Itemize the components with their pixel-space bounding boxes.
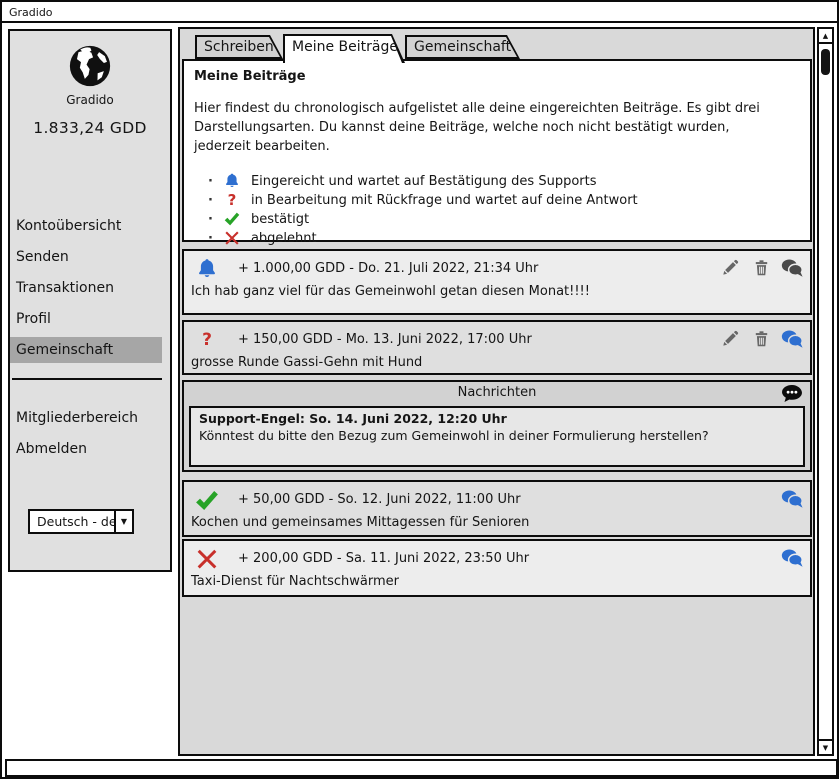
contribution-description: Taxi-Dienst für Nachtschwärmer	[191, 574, 399, 589]
message-date: So. 14. Juni 2022, 12:20 Uhr	[309, 411, 507, 426]
messages-header: Nachrichten	[184, 382, 810, 404]
sidebar-item-profil[interactable]: Profil	[10, 306, 170, 332]
edit-button[interactable]	[719, 257, 741, 279]
sidebar-item-kontouebersicht[interactable]: Kontoübersicht	[10, 213, 170, 239]
amount-date: + 50,00 GDD - So. 12. Juni 2022, 11:00 U…	[238, 492, 521, 507]
page-title: Meine Beiträge	[194, 69, 800, 84]
sidebar-item-transaktionen[interactable]: Transaktionen	[10, 275, 170, 301]
amount-date: + 200,00 GDD - Sa. 11. Juni 2022, 23:50 …	[238, 551, 529, 566]
check-icon	[192, 487, 222, 513]
legend-text: in Bearbeitung mit Rückfrage und wartet …	[251, 193, 638, 208]
sidebar-app-name: Gradido	[10, 93, 170, 107]
chevron-down-icon[interactable]: ▼	[114, 511, 132, 532]
legend-item-abgelehnt: · abgelehnt	[208, 229, 800, 248]
legend-item-bestaetigt: · bestätigt	[208, 210, 800, 229]
tab-meine-beitraege-label: Meine Beiträge	[292, 34, 398, 60]
question-icon: ?	[222, 193, 242, 208]
tab-gemeinschaft-label: Gemeinschaft	[414, 35, 511, 59]
bullet: ·	[208, 193, 213, 208]
message-text: Könntest du bitte den Bezug zum Gemeinwo…	[199, 428, 795, 443]
sidebar-item-senden[interactable]: Senden	[10, 244, 170, 270]
legend-item-rueckfrage: · ? in Bearbeitung mit Rückfrage und war…	[208, 191, 800, 210]
tab-meine-beitraege[interactable]: Meine Beiträge	[283, 34, 405, 63]
chat-button[interactable]	[781, 547, 803, 569]
intro-text: Hier findest du chronologisch aufgeliste…	[194, 100, 782, 157]
bell-icon	[222, 172, 242, 190]
sidebar-secondary-nav: Mitgliederbereich Abmelden	[10, 405, 170, 467]
vertical-scrollbar[interactable]: ▲ ▼	[817, 27, 834, 756]
amount-date: + 150,00 GDD - Mo. 13. Juni 2022, 17:00 …	[238, 332, 532, 347]
chat-button[interactable]	[781, 488, 803, 510]
tab-schreiben[interactable]: Schreiben	[195, 35, 283, 59]
message-item: Support-Engel: So. 14. Juni 2022, 12:20 …	[189, 406, 805, 467]
app-window: Gradido Gradido 1.833,24 GDD Kontoübersi…	[0, 0, 839, 779]
contribution-row: + 50,00 GDD - So. 12. Juni 2022, 11:00 U…	[182, 480, 812, 537]
edit-button[interactable]	[719, 328, 741, 350]
legend-item-eingereicht: · Eingereicht und wartet auf Bestätigung…	[208, 172, 800, 191]
contribution-description: Ich hab ganz viel für das Gemeinwohl get…	[191, 284, 590, 299]
legend-text: bestätigt	[251, 212, 309, 227]
contribution-row: ? + 150,00 GDD - Mo. 13. Juni 2022, 17:0…	[182, 320, 812, 375]
delete-button[interactable]	[750, 328, 772, 350]
tab-schreiben-label: Schreiben	[204, 35, 274, 59]
messages-block: Nachrichten Support-Engel: So. 14. Juni …	[182, 380, 812, 472]
globe-icon	[67, 43, 113, 89]
sidebar-item-abmelden[interactable]: Abmelden	[10, 436, 170, 462]
delete-button[interactable]	[750, 257, 772, 279]
bullet: ·	[208, 231, 213, 246]
main-panel: Schreiben Meine Beiträge Gemeinschaft Me…	[178, 27, 815, 756]
sidebar: Gradido 1.833,24 GDD Kontoübersicht Send…	[8, 29, 172, 572]
question-icon: ?	[192, 327, 222, 353]
window-title: Gradido	[2, 2, 837, 23]
legend-text: abgelehnt	[251, 231, 317, 246]
window-title-bar: Gradido	[2, 2, 837, 23]
sidebar-item-mitgliederbereich[interactable]: Mitgliederbereich	[10, 405, 170, 431]
sidebar-item-gemeinschaft[interactable]: Gemeinschaft	[10, 337, 162, 363]
check-icon	[222, 212, 242, 226]
contribution-description: grosse Runde Gassi-Gehn mit Hund	[191, 355, 422, 370]
bell-icon	[192, 256, 222, 282]
message-author-date: Support-Engel: So. 14. Juni 2022, 12:20 …	[199, 411, 795, 426]
language-select-value: Deutsch - de	[37, 511, 117, 532]
bullet: ·	[208, 212, 213, 227]
tab-gemeinschaft[interactable]: Gemeinschaft	[405, 35, 520, 59]
gradido-logo	[10, 43, 170, 93]
cross-icon	[222, 231, 242, 245]
intro-panel: Meine Beiträge Hier findest du chronolog…	[182, 59, 812, 242]
account-balance: 1.833,24 GDD	[10, 119, 170, 137]
sidebar-nav: Kontoübersicht Senden Transaktionen Prof…	[10, 213, 170, 368]
cross-icon	[192, 546, 222, 572]
legend-text: Eingereicht und wartet auf Bestätigung d…	[251, 174, 597, 189]
contribution-row: + 200,00 GDD - Sa. 11. Juni 2022, 23:50 …	[182, 539, 812, 597]
sidebar-divider	[12, 378, 162, 380]
message-author: Support-Engel:	[199, 411, 305, 426]
horizontal-scrollbar[interactable]	[5, 759, 838, 777]
messages-title: Nachrichten	[184, 382, 810, 404]
chat-button[interactable]	[781, 328, 803, 350]
language-select[interactable]: Deutsch - de ▼	[28, 509, 134, 534]
chat-dots-icon	[781, 384, 803, 403]
bullet: ·	[208, 174, 213, 189]
scrollbar-thumb[interactable]	[821, 49, 830, 75]
contribution-row: + 1.000,00 GDD - Do. 21. Juli 2022, 21:3…	[182, 249, 812, 315]
scroll-down-icon[interactable]: ▼	[819, 739, 832, 754]
chat-button[interactable]	[781, 257, 803, 279]
scroll-up-icon[interactable]: ▲	[819, 29, 832, 44]
contribution-description: Kochen und gemeinsames Mittagessen für S…	[191, 515, 529, 530]
amount-date: + 1.000,00 GDD - Do. 21. Juli 2022, 21:3…	[238, 261, 538, 276]
